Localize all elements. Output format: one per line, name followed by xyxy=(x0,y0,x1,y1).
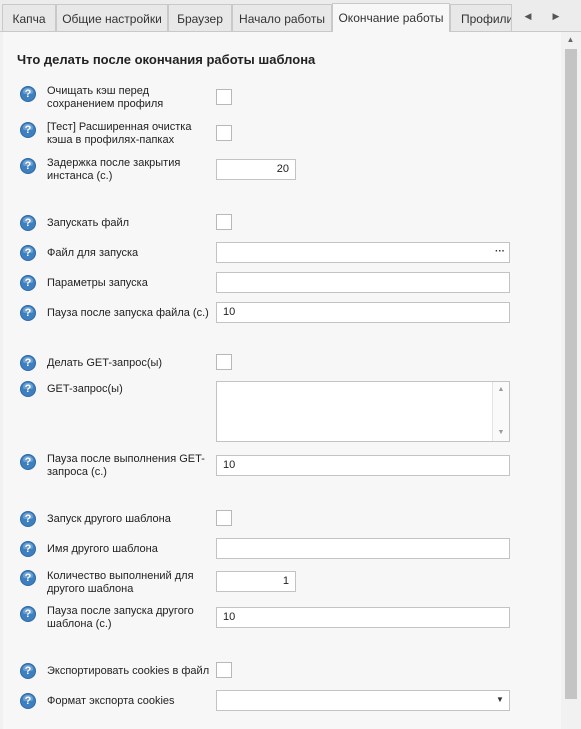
pause-after-get-input[interactable]: 10 xyxy=(216,455,510,476)
do-get-label: Делать GET-запрос(ы) xyxy=(47,357,163,369)
get-requests-label: GET-запрос(ы) xyxy=(47,383,123,395)
chevron-down-icon[interactable]: ▼ xyxy=(493,693,507,708)
help-question-icon[interactable]: ? xyxy=(20,381,36,397)
settings-window: Капча Общие настройки Браузер Начало раб… xyxy=(0,0,581,729)
run-file-label: Запускать файл xyxy=(47,217,130,229)
close-delay-input[interactable]: 20 xyxy=(216,159,296,180)
clear-cache-label: Очищать кэш перед сохранением профиля xyxy=(47,85,164,110)
help-question-icon[interactable]: ? xyxy=(20,158,36,174)
cookie-format-select[interactable]: ▼ xyxy=(216,690,510,711)
tab-general-settings[interactable]: Общие настройки xyxy=(56,4,168,32)
run-params-label: Параметры запуска xyxy=(47,277,148,289)
tab-start[interactable]: Начало работы xyxy=(232,4,332,32)
pause-after-other-input[interactable]: 10 xyxy=(216,607,510,628)
chevron-right-icon[interactable]: ▶ xyxy=(548,8,564,24)
other-template-name-label: Имя другого шаблона xyxy=(47,543,158,555)
help-question-icon[interactable]: ? xyxy=(20,122,36,138)
scroll-thumb[interactable] xyxy=(565,49,577,699)
help-question-icon[interactable]: ? xyxy=(20,570,36,586)
export-cookies-label: Экспортировать cookies в файл xyxy=(47,665,210,677)
pause-after-get-label: Пауза после выполнения GET-запроса (с.) xyxy=(47,453,205,478)
tab-profiles[interactable]: Профили xyxy=(450,4,512,32)
run-other-template-label: Запуск другого шаблона xyxy=(47,513,171,525)
browse-button[interactable]: ··· xyxy=(493,245,507,260)
get-requests-textarea[interactable]: ▲ ▼ xyxy=(216,381,510,442)
pause-after-file-label: Пауза после запуска файла (с.) xyxy=(47,307,209,319)
chevron-down-icon[interactable]: ▼ xyxy=(493,426,509,440)
section-title: Что делать после окончания работы шаблон… xyxy=(17,52,316,67)
close-delay-label: Задержка после закрытия инстанса (с.) xyxy=(47,157,181,182)
tab-strip: Капча Общие настройки Браузер Начало раб… xyxy=(0,0,581,32)
chevron-left-icon[interactable]: ◀ xyxy=(520,8,536,24)
help-question-icon[interactable]: ? xyxy=(20,511,36,527)
textarea-scrollbar[interactable]: ▲ ▼ xyxy=(492,382,509,441)
help-question-icon[interactable]: ? xyxy=(20,541,36,557)
tab-finish[interactable]: Окончание работы xyxy=(332,3,450,32)
cookie-format-label: Формат экспорта cookies xyxy=(47,695,175,707)
file-to-run-label: Файл для запуска xyxy=(47,247,139,259)
run-params-input[interactable] xyxy=(216,272,510,293)
tab-captcha[interactable]: Капча xyxy=(2,4,56,32)
help-question-icon[interactable]: ? xyxy=(20,355,36,371)
help-question-icon[interactable]: ? xyxy=(20,275,36,291)
other-template-name-input[interactable] xyxy=(216,538,510,559)
file-to-run-input[interactable]: ··· xyxy=(216,242,510,263)
help-question-icon[interactable]: ? xyxy=(20,454,36,470)
clear-cache-checkbox[interactable] xyxy=(216,89,232,105)
help-question-icon[interactable]: ? xyxy=(20,606,36,622)
do-get-checkbox[interactable] xyxy=(216,354,232,370)
run-other-template-checkbox[interactable] xyxy=(216,510,232,526)
scroll-up-icon[interactable]: ▲ xyxy=(562,32,579,48)
help-question-icon[interactable]: ? xyxy=(20,663,36,679)
help-question-icon[interactable]: ? xyxy=(20,245,36,261)
other-template-runs-input[interactable]: 1 xyxy=(216,571,296,592)
run-file-checkbox[interactable] xyxy=(216,214,232,230)
help-question-icon[interactable]: ? xyxy=(20,693,36,709)
pause-after-file-input[interactable]: 10 xyxy=(216,302,510,323)
other-template-runs-label: Количество выполнений для другого шаблон… xyxy=(47,570,194,595)
help-question-icon[interactable]: ? xyxy=(20,305,36,321)
chevron-up-icon[interactable]: ▲ xyxy=(493,383,509,397)
help-question-icon[interactable]: ? xyxy=(20,215,36,231)
ext-clear-cache-label: [Тест] Расширенная очистка кэша в профил… xyxy=(47,121,192,146)
ext-clear-cache-checkbox[interactable] xyxy=(216,125,232,141)
tab-browser[interactable]: Браузер xyxy=(168,4,232,32)
pause-after-other-label: Пауза после запуска другого шаблона (с.) xyxy=(47,605,194,630)
panel-scrollbar[interactable]: ▲ xyxy=(562,32,579,729)
export-cookies-checkbox[interactable] xyxy=(216,662,232,678)
help-question-icon[interactable]: ? xyxy=(20,86,36,102)
